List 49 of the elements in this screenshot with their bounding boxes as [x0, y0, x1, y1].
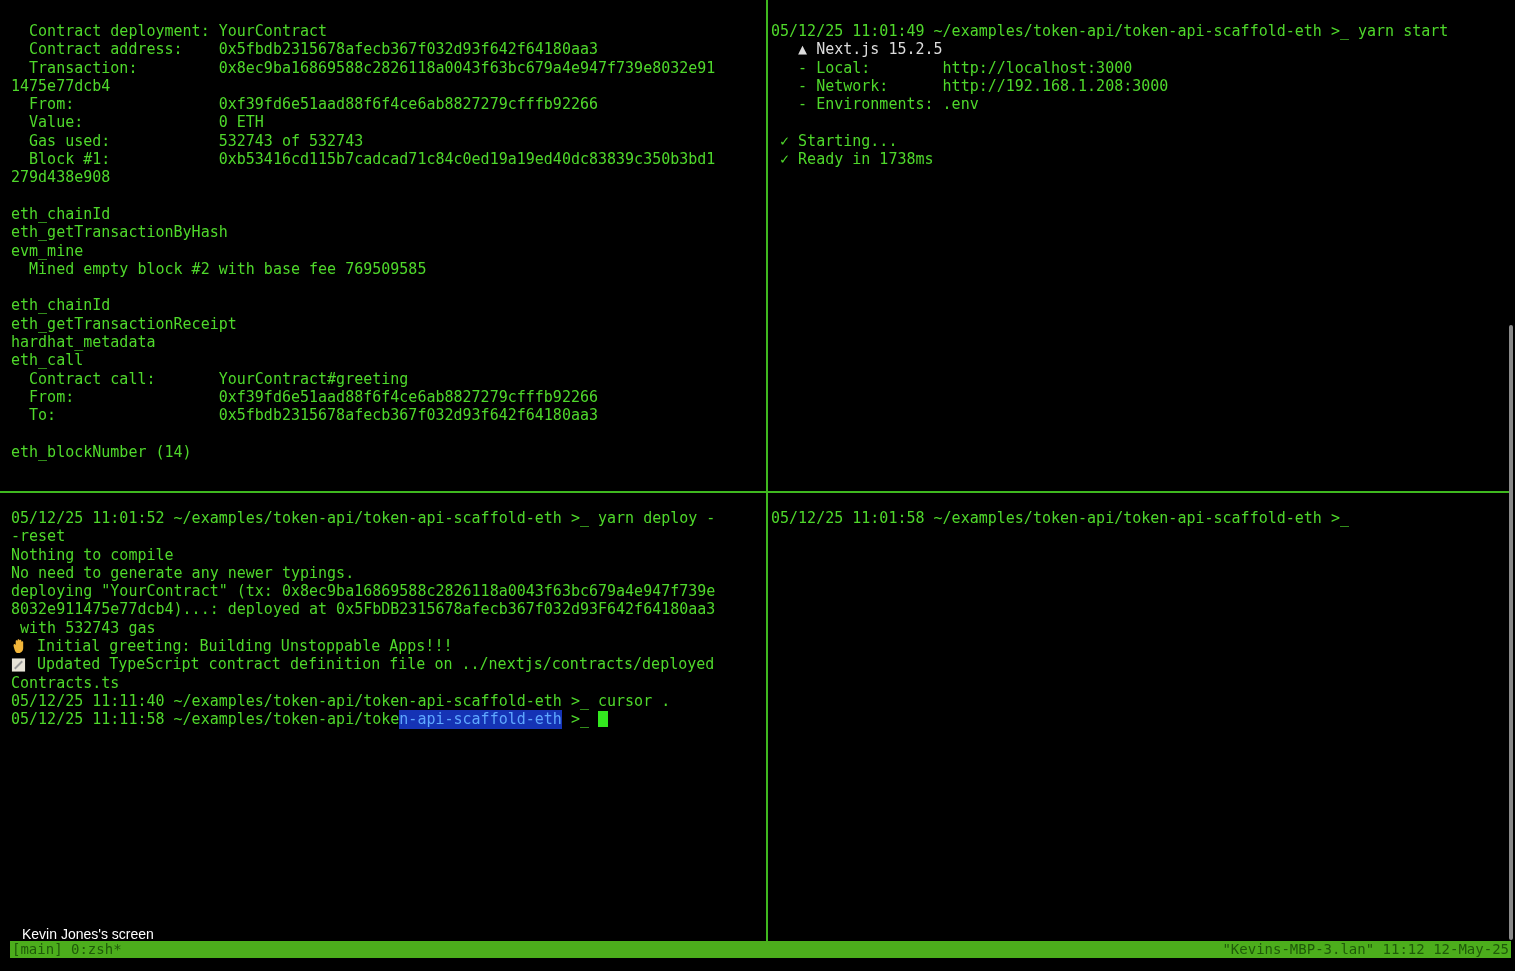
- terminal-line: eth_chainId: [11, 296, 111, 315]
- terminal-line: eth_getTransactionReceipt: [11, 314, 237, 334]
- terminal-line: eth_chainId: [11, 204, 111, 224]
- prompt-symbol: >_: [569, 710, 590, 729]
- terminal-line: 279d438e908: [11, 168, 111, 187]
- terminal-line: -reset: [11, 527, 66, 546]
- host-time-label: "Kevins-MBP-3.lan" 11:12 12-May-25: [1222, 941, 1509, 958]
- terminal-line: 05/12/25 11:01:52 ~/examples/token-api/token-api-scaffold-eth >_ yarn deploy -: [11, 509, 716, 528]
- screen-share-label: Kevin Jones's screen: [22, 926, 154, 942]
- terminal-line: Initial greeting: Building Unstoppable Apps!!!: [36, 637, 453, 656]
- terminal-line: Updated TypeScript contract definition file on ../nextjs/contracts/deployed: [36, 655, 715, 674]
- terminal-line: ✓ Starting...: [779, 131, 898, 151]
- terminal-line: evm_mine: [11, 241, 84, 260]
- terminal-line: No need to generate any newer typings.: [11, 563, 355, 583]
- terminal-line: Gas used: 532743 of 532743: [28, 131, 364, 151]
- terminal-line: Block #1: 0xb53416cd115b7cadcad71c84c0ed19a19ed40dc83839c350b3bd1: [28, 150, 716, 169]
- terminal-line: 05/12/25 11:01:58 ~/examples/token-api/token-api-scaffold-eth >_: [771, 509, 1349, 528]
- terminal-line: eth_getTransactionByHash: [11, 223, 228, 242]
- terminal-line: Contracts.ts: [11, 673, 120, 692]
- terminal-line: 1475e77dcb4: [11, 76, 111, 96]
- terminal-line: Contract call: YourContract#greeting: [28, 369, 409, 388]
- terminal-line: eth_call: [11, 351, 84, 370]
- terminal-line: Nothing to compile: [11, 545, 174, 564]
- terminal-line: 05/12/25 11:11:40 ~/examples/token-api/token-api-scaffold-eth >_ cursor .: [11, 691, 671, 711]
- scrollbar[interactable]: [1509, 325, 1513, 940]
- terminal-line: - Environments: .env: [797, 95, 979, 114]
- terminal-line: To: 0x5fbdb2315678afecb367f032d93f642f64180aa3: [28, 406, 598, 425]
- terminal-line: 05/12/25 11:01:49 ~/examples/token-api/token-api-scaffold-eth >_ yarn start: [771, 22, 1449, 41]
- terminal-line: with 532743 gas: [19, 618, 156, 638]
- session-label: [main] 0:zsh*: [12, 941, 122, 958]
- terminal-line: eth_blockNumber (14): [11, 442, 192, 462]
- terminal-line: deploying "YourContract" (tx: 0x8ec9ba16869588c2826118a0043f63bc679a4e947f739e: [11, 582, 716, 601]
- terminal-line: Value: 0 ETH: [28, 113, 264, 132]
- terminal-line: From: 0xf39fd6e51aad88f6f4ce6ab8827279cfffb92266: [28, 387, 598, 407]
- terminal-line: Mined empty block #2 with base fee 769509585: [29, 259, 427, 279]
- hand-icon: [11, 638, 26, 655]
- terminal-line: ✓ Ready in 1738ms: [779, 150, 934, 169]
- terminal-line: hardhat_metadata: [11, 333, 156, 352]
- notepad-icon: [11, 656, 26, 673]
- terminal-line: Contract deployment: YourContract: [28, 22, 328, 41]
- terminal-line: From: 0xf39fd6e51aad88f6f4ce6ab8827279cfffb92266: [28, 95, 598, 114]
- selected-text: n-api-scaffold-eth: [399, 710, 562, 729]
- prompt-text: 05/12/25 11:11:58 ~/examples/token-api/toke: [11, 710, 400, 729]
- terminal-line: - Network: http://192.168.1.208:3000: [797, 76, 1169, 96]
- terminal-line: 8032e911475e77dcb4)...: deployed at 0x5FbDB2315678afecb367f032d93F642f64180aa3: [11, 600, 716, 619]
- terminal-line: Contract address: 0x5fbdb2315678afecb367f032d93f642f64180aa3: [28, 40, 598, 59]
- terminal-line: ▲ Next.js 15.2.5: [797, 40, 943, 59]
- terminal-line: - Local: http://localhost:3000: [797, 58, 1133, 77]
- terminal-line: Transaction: 0x8ec9ba16869588c2826118a0043f63bc679a4e947f739e8032e91: [28, 58, 716, 77]
